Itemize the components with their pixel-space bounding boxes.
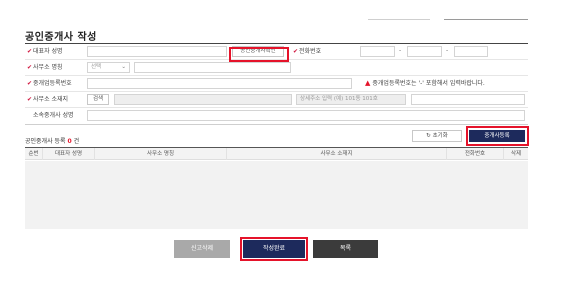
col-number: 순번 xyxy=(25,148,43,160)
col-office-name: 사무소 명칭 xyxy=(95,148,227,160)
highlight-complete-button xyxy=(240,237,308,261)
table-header: 순번 대표자 성명 사무소 명칭 사무소 소재지 전화번호 삭제 xyxy=(25,148,528,160)
address-extra-input[interactable] xyxy=(411,94,525,105)
top-divider-left xyxy=(368,19,430,20)
phone-part3-input[interactable] xyxy=(454,46,488,57)
address-detail-input[interactable]: 상세주소 입력 (예) 101동 101호 xyxy=(296,94,406,105)
col-office-address: 사무소 소재지 xyxy=(227,148,447,160)
top-divider-right xyxy=(444,19,528,20)
phone-dash-2: - xyxy=(446,47,449,54)
office-name-input[interactable] xyxy=(134,62,291,73)
reg-number-label: ✔중개업등록번호 xyxy=(27,80,72,87)
office-intro-input[interactable] xyxy=(87,110,525,121)
office-name-label: ✔사무소 명칭 xyxy=(27,64,63,71)
chevron-down-icon: ⌄ xyxy=(121,64,126,70)
cancel-report-button[interactable]: 신고삭제 xyxy=(174,240,230,258)
highlight-register-button xyxy=(466,126,529,146)
required-mark-icon: ✔ xyxy=(293,48,299,55)
list-count: 0 xyxy=(67,138,72,145)
col-phone: 전화번호 xyxy=(447,148,504,160)
list-header: 공인중개사 등록 0 건 xyxy=(25,138,80,145)
reg-number-warning: ▲ 중개업등록번호는 '-' 포함해서 입력바랍니다. xyxy=(365,79,485,87)
required-mark-icon: ✔ xyxy=(27,96,33,103)
form-row-office-name: ✔사무소 명칭 선택 ⌄ xyxy=(25,60,528,76)
required-mark-icon: ✔ xyxy=(27,48,33,55)
required-mark-icon: ✔ xyxy=(27,80,33,87)
reset-button[interactable]: ↻ 초기화 xyxy=(412,130,462,142)
office-address-label: ✔사무소 소재지 xyxy=(27,96,69,103)
phone-part1-input[interactable] xyxy=(360,46,395,57)
rep-name-label: ✔대표자 성명 xyxy=(27,48,63,55)
phone-label: ✔전화번호 xyxy=(293,48,322,55)
col-rep-name: 대표자 성명 xyxy=(43,148,95,160)
col-delete: 삭제 xyxy=(510,151,522,157)
address-search-button[interactable]: 검색 xyxy=(87,94,109,105)
rep-name-input[interactable] xyxy=(87,46,227,57)
warning-icon: ▲ xyxy=(365,79,371,87)
list-button[interactable]: 목록 xyxy=(313,240,378,258)
address-main-input[interactable] xyxy=(114,94,292,105)
highlight-verify-button xyxy=(229,47,289,62)
form-row-reg-number: ✔중개업등록번호 ▲ 중개업등록번호는 '-' 포함해서 입력바랍니다. xyxy=(25,76,528,92)
refresh-icon: ↻ xyxy=(426,133,431,139)
office-intro-label: 소속중개사 성명 xyxy=(33,112,74,119)
reg-number-input[interactable] xyxy=(87,78,352,89)
phone-part2-input[interactable] xyxy=(407,46,442,57)
phone-dash-1: - xyxy=(399,47,402,54)
required-mark-icon: ✔ xyxy=(27,64,33,71)
form-row-office-address: ✔사무소 소재지 검색 상세주소 입력 (예) 101동 101호 xyxy=(25,92,528,108)
office-type-select[interactable]: 선택 ⌄ xyxy=(87,62,130,73)
page-title: 공인중개사 작성 xyxy=(25,32,97,43)
form-row-office-intro: 소속중개사 성명 xyxy=(25,108,528,125)
table-body-empty xyxy=(25,161,528,229)
